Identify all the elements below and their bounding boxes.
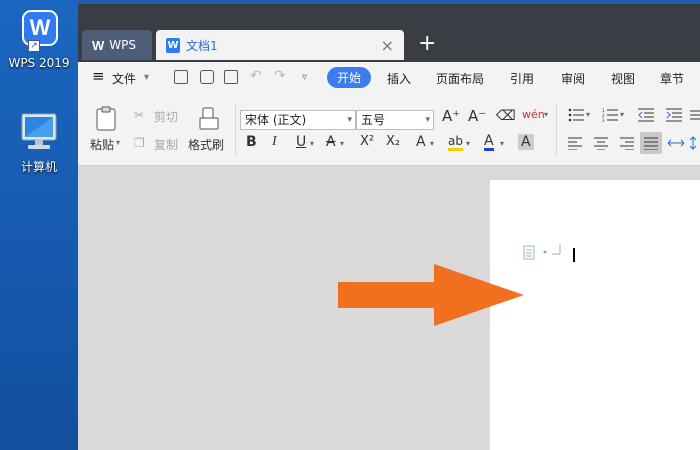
file-menu[interactable]: 文件 — [112, 70, 136, 87]
numbered-list-icon[interactable]: 123 — [602, 108, 618, 123]
bullet-dropdown-icon[interactable]: ▾ — [586, 110, 590, 119]
divider — [235, 104, 236, 156]
computer-desktop-label: 计算机 — [20, 160, 57, 174]
desktop: W ↗ WPS 2019 计算机 — [0, 0, 78, 450]
quick-access-dropdown-icon[interactable]: ▿ — [302, 72, 307, 83]
computer-icon — [16, 112, 62, 152]
redo-icon[interactable]: ↷ — [274, 68, 286, 84]
tab-chapter[interactable]: 章节 — [660, 70, 684, 87]
tab-document[interactable]: W 文档1 × — [156, 30, 404, 60]
strikethrough-button[interactable]: A — [326, 134, 336, 150]
svg-text:3: 3 — [602, 118, 605, 122]
character-shading-button[interactable]: A — [518, 134, 534, 150]
highlight-dropdown-icon[interactable]: ▾ — [466, 139, 470, 148]
align-center-icon[interactable] — [594, 136, 608, 151]
grow-font-button[interactable]: A⁺ — [442, 107, 460, 125]
chevron-down-icon[interactable]: ▾ — [144, 72, 149, 83]
computer-desktop-shortcut[interactable]: 计算机 — [0, 112, 78, 175]
bullet-list-icon[interactable] — [568, 108, 584, 122]
tab-references[interactable]: 引用 — [510, 70, 534, 87]
tab-view[interactable]: 视图 — [611, 70, 635, 87]
line-spacing-icon[interactable] — [690, 136, 700, 150]
italic-button[interactable]: I — [272, 134, 277, 150]
save-icon[interactable] — [174, 70, 188, 84]
copy-button[interactable]: 复制 — [154, 136, 178, 153]
undo-icon[interactable]: ↶ — [250, 68, 262, 84]
superscript-button[interactable]: X² — [360, 134, 374, 149]
distribute-icon[interactable] — [667, 136, 685, 150]
clear-format-eraser-icon[interactable]: ⌫ — [496, 108, 516, 124]
pinyin-dropdown-icon[interactable]: ▾ — [544, 110, 548, 119]
title-bar: W WPS W 文档1 × + — [78, 4, 700, 62]
font-color-dropdown-icon[interactable]: ▾ — [500, 139, 504, 148]
bold-button[interactable]: B — [246, 134, 257, 150]
text-direction-icon[interactable] — [690, 108, 700, 122]
shortcut-arrow-icon: ↗ — [28, 40, 40, 52]
font-size-select[interactable]: 五号 ▾ — [356, 110, 434, 130]
tab-review[interactable]: 审阅 — [561, 70, 585, 87]
increase-indent-icon[interactable] — [666, 108, 682, 122]
document-tab-label: 文档1 — [186, 38, 218, 53]
close-tab-icon[interactable]: × — [381, 36, 394, 55]
text-effect-dropdown-icon[interactable]: ▾ — [430, 139, 434, 148]
orange-arrow-annotation — [338, 264, 524, 326]
copy-icon[interactable]: ❐ — [134, 136, 145, 150]
paragraph-layout-icon — [523, 245, 547, 260]
highlight-pen-icon[interactable]: ab — [448, 134, 463, 151]
tab-insert[interactable]: 插入 — [387, 70, 411, 87]
print-icon[interactable] — [200, 70, 214, 84]
paste-button[interactable]: 粘贴 — [90, 136, 114, 153]
scissors-icon[interactable]: ✂ — [134, 108, 144, 122]
chevron-down-icon: ▾ — [425, 115, 430, 125]
shrink-font-button[interactable]: A⁻ — [468, 107, 486, 125]
paste-icon[interactable] — [94, 106, 118, 132]
tab-wps-home[interactable]: W WPS — [82, 30, 152, 60]
subscript-button[interactable]: X₂ — [386, 134, 400, 149]
underline-dropdown-icon[interactable]: ▾ — [310, 139, 314, 148]
strikethrough-dropdown-icon[interactable]: ▾ — [340, 139, 344, 148]
align-right-icon[interactable] — [620, 136, 634, 151]
wps-tab-icon: W — [92, 37, 105, 53]
numbered-dropdown-icon[interactable]: ▾ — [620, 110, 624, 119]
align-left-icon[interactable] — [568, 136, 582, 151]
format-painter-icon[interactable] — [198, 106, 220, 132]
font-name-select[interactable]: 宋体 (正文) ▾ — [240, 110, 356, 130]
pinyin-guide-button[interactable]: wén — [522, 108, 545, 121]
wps-desktop-shortcut[interactable]: W ↗ WPS 2019 — [0, 6, 78, 70]
divider — [556, 104, 557, 156]
justify-icon[interactable] — [640, 132, 662, 154]
tab-page-layout[interactable]: 页面布局 — [436, 70, 484, 87]
wps-desktop-label: WPS 2019 — [8, 56, 70, 70]
font-color-button[interactable]: A — [484, 134, 494, 151]
wps-logo-icon: W ↗ — [16, 6, 62, 52]
wps-window: W WPS W 文档1 × + ≡ 文件 ▾ ↶ ↷ ▿ 开始 插入 页面布局 … — [78, 4, 700, 450]
underline-button[interactable]: U — [296, 134, 306, 150]
paste-dropdown-icon[interactable]: ▾ — [116, 138, 120, 147]
text-effect-button[interactable]: A — [416, 134, 426, 150]
decrease-indent-icon[interactable] — [638, 108, 654, 122]
document-icon: W — [166, 37, 180, 53]
menu-bar: ≡ 文件 ▾ ↶ ↷ ▿ 开始 插入 页面布局 引用 审阅 视图 章节 — [78, 62, 700, 94]
tab-home[interactable]: 开始 — [327, 67, 372, 88]
cut-button[interactable]: 剪切 — [154, 108, 178, 125]
new-tab-button[interactable]: + — [418, 31, 436, 57]
chevron-down-icon: ▾ — [347, 115, 352, 125]
home-ribbon: 粘贴 ▾ ✂ 剪切 ❐ 复制 格式刷 宋体 (正文) ▾ 五号 ▾ A⁺ A⁻ ⌫ … — [78, 94, 700, 166]
hamburger-icon[interactable]: ≡ — [92, 67, 105, 85]
print-preview-icon[interactable] — [224, 70, 238, 84]
format-painter-button[interactable]: 格式刷 — [188, 136, 224, 153]
